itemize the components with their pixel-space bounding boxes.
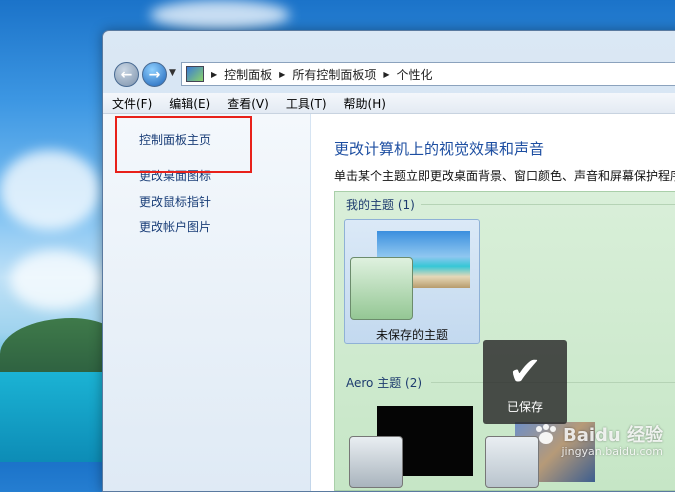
- watermark-url: jingyan.baidu.com: [561, 445, 663, 458]
- link-change-mouse-pointers[interactable]: 更改鼠标指针: [139, 193, 211, 210]
- chevron-right-icon[interactable]: ▶: [279, 70, 285, 79]
- saved-toast: ✔ 已保存: [483, 340, 567, 424]
- back-button[interactable]: ←: [114, 62, 139, 87]
- control-panel-icon: [186, 66, 204, 82]
- link-change-account-picture[interactable]: 更改帐户图片: [139, 218, 211, 235]
- address-bar[interactable]: ▶ 控制面板 ▶ 所有控制面板项 ▶ 个性化: [181, 62, 675, 86]
- breadcrumb-personalization[interactable]: 个性化: [397, 66, 433, 83]
- breadcrumb-all-items[interactable]: 所有控制面板项: [292, 66, 376, 83]
- menu-help[interactable]: 帮助(H): [335, 95, 394, 112]
- highlight-box: [115, 116, 252, 173]
- menu-tools[interactable]: 工具(T): [277, 95, 335, 112]
- navigation-row: ← → ▼ ▶ 控制面板 ▶ 所有控制面板项 ▶ 个性化: [111, 61, 675, 87]
- menu-edit[interactable]: 编辑(E): [160, 95, 218, 112]
- desktop-cloud: [0, 150, 100, 230]
- aero-theme-color-swatch: [349, 436, 403, 488]
- theme-card-unsaved[interactable]: 未保存的主题: [344, 219, 480, 344]
- arrow-left-icon: ←: [120, 66, 133, 83]
- theme-color-swatch: [350, 257, 413, 320]
- menu-file[interactable]: 文件(F): [103, 95, 160, 112]
- menu-bar: 文件(F) 编辑(E) 查看(V) 工具(T) 帮助(H): [103, 93, 675, 114]
- recent-pages-dropdown-icon[interactable]: ▼: [169, 68, 176, 78]
- chevron-right-icon[interactable]: ▶: [211, 70, 217, 79]
- desktop-cloud: [10, 250, 100, 310]
- menu-view[interactable]: 查看(V): [218, 95, 277, 112]
- page-description: 单击某个主题立即更改桌面背景、窗口颜色、声音和屏幕保护程序: [334, 169, 675, 183]
- desktop-cloud: [150, 0, 290, 30]
- checkmark-icon: ✔: [508, 349, 542, 395]
- forward-button[interactable]: →: [142, 62, 167, 87]
- arrow-right-icon: →: [148, 66, 161, 83]
- breadcrumb-control-panel[interactable]: 控制面板: [224, 66, 272, 83]
- toast-label: 已保存: [506, 400, 543, 414]
- theme-label: 未保存的主题: [375, 328, 448, 342]
- watermark-title: Baidu 经验: [562, 425, 663, 446]
- group-divider: [421, 204, 675, 205]
- my-themes-header: 我的主题 (1): [346, 198, 415, 212]
- chevron-right-icon[interactable]: ▶: [383, 70, 389, 79]
- paw-icon: [536, 424, 557, 444]
- watermark: Baidu 经验 jingyan.baidu.com: [533, 421, 663, 458]
- aero-theme-color-swatch: [485, 436, 539, 488]
- aero-themes-header: Aero 主题 (2): [346, 376, 423, 390]
- page-title: 更改计算机上的视觉效果和声音: [334, 140, 545, 158]
